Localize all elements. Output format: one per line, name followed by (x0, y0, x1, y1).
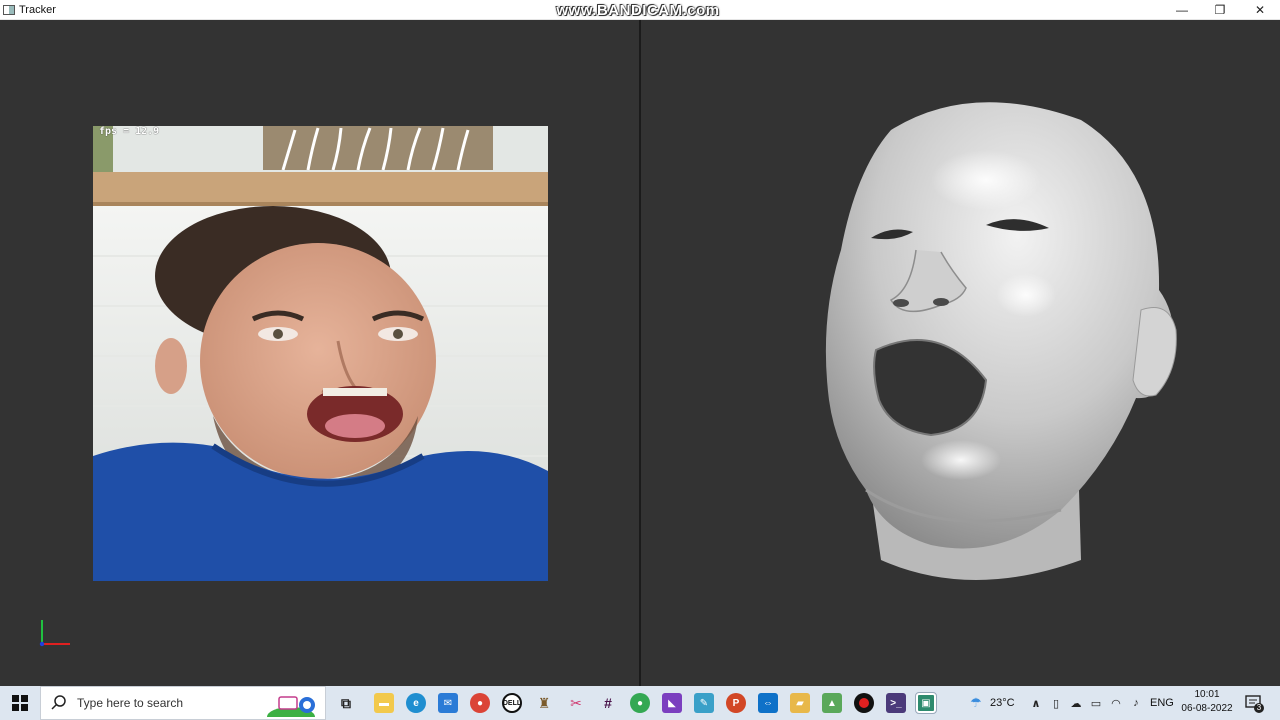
taskbar: Type here to search ⧉ ▬ e ✉ ● DELL ♜ ✂ #… (0, 686, 1280, 720)
search-placeholder: Type here to search (77, 696, 184, 710)
fps-counter: fps = 12.9 (99, 126, 160, 137)
start-button[interactable] (0, 686, 40, 720)
clock-date: 06-08-2022 (1181, 703, 1233, 714)
weather-icon[interactable]: ☂ (966, 693, 986, 713)
task-view-icon[interactable]: ⧉ (336, 693, 356, 713)
chrome-icon[interactable]: ● (470, 693, 490, 713)
weather-temperature[interactable]: 23°C (990, 686, 1015, 720)
windows-icon (12, 695, 28, 711)
minimize-button[interactable]: — (1162, 0, 1202, 20)
edge-icon[interactable]: e (406, 693, 426, 713)
visual-studio-icon[interactable]: ◣ (662, 693, 682, 713)
device-icon[interactable]: ▯ (1046, 693, 1066, 713)
chrome-profile-icon[interactable]: ● (630, 693, 650, 713)
snipping-tool-icon[interactable]: ✂ (566, 693, 586, 713)
close-button[interactable]: ✕ (1240, 0, 1280, 20)
wifi-icon[interactable]: ◠ (1106, 693, 1126, 713)
bandicam-watermark: www.BANDICAM.com (556, 2, 720, 19)
slack-icon[interactable]: # (598, 693, 618, 713)
taskbar-search-box[interactable]: Type here to search (40, 686, 326, 720)
camera-viewport[interactable]: fps = 12.9 (0, 20, 640, 686)
camera-feed: fps = 12.9 (93, 126, 548, 581)
mail-icon[interactable]: ✉ (438, 693, 458, 713)
tracker-app-icon[interactable]: ▣ (915, 692, 937, 714)
record-icon[interactable] (854, 693, 874, 713)
language-indicator[interactable]: ENG (1150, 686, 1174, 720)
maximize-button[interactable]: ❐ (1200, 0, 1240, 20)
file-explorer-icon[interactable]: ▬ (374, 693, 394, 713)
terminal-icon[interactable]: >_ (886, 693, 906, 713)
volume-icon[interactable]: ♪ (1126, 693, 1146, 713)
notepad-icon[interactable]: ✎ (694, 693, 714, 713)
window-title-bar: Tracker www.BANDICAM.com — ❐ ✕ (0, 0, 1280, 20)
notification-center[interactable]: 3 (1244, 693, 1264, 713)
search-highlight-icon (267, 696, 315, 717)
camera-frame-image (93, 126, 548, 581)
clock-time: 10:01 (1194, 689, 1220, 700)
search-icon (51, 695, 66, 710)
3d-render-viewport[interactable] (641, 20, 1280, 686)
microscope-icon[interactable]: ♜ (534, 693, 554, 713)
cloud-icon[interactable]: ☁ (1066, 693, 1086, 713)
folder-app-icon[interactable]: ▰ (790, 693, 810, 713)
battery-icon[interactable]: ▭ (1086, 693, 1106, 713)
chevron-up-icon[interactable]: ∧ (1026, 693, 1046, 713)
axis-gizmo (39, 620, 70, 647)
teamviewer-icon[interactable]: ⇔ (758, 693, 778, 713)
notification-count: 3 (1256, 703, 1262, 712)
image-app-icon[interactable]: ▲ (822, 693, 842, 713)
dell-icon[interactable]: DELL (502, 693, 522, 713)
face-mesh-render (825, 102, 1177, 580)
system-clock[interactable]: 10:01 06-08-2022 (1176, 688, 1238, 716)
powerpoint-icon[interactable]: P (726, 693, 746, 713)
